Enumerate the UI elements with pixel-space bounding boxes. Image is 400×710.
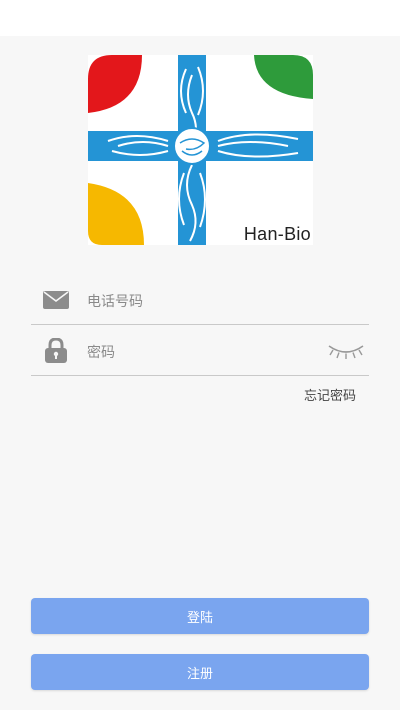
- phone-input[interactable]: [85, 288, 319, 316]
- han-bio-logo: Han-Bio: [88, 55, 313, 245]
- forgot-password-link[interactable]: 忘记密码: [304, 385, 356, 404]
- password-input[interactable]: [85, 339, 319, 367]
- login-button[interactable]: 登陆: [31, 598, 369, 634]
- envelope-icon: [43, 291, 69, 313]
- password-field[interactable]: [31, 331, 369, 376]
- eye-closed-icon[interactable]: [326, 342, 366, 364]
- register-button[interactable]: 注册: [31, 654, 369, 690]
- status-bar: [0, 0, 400, 36]
- logo-graphic: [88, 55, 313, 245]
- lock-icon: [43, 337, 69, 368]
- brand-name: Han-Bio: [243, 224, 311, 244]
- phone-field[interactable]: [31, 280, 369, 325]
